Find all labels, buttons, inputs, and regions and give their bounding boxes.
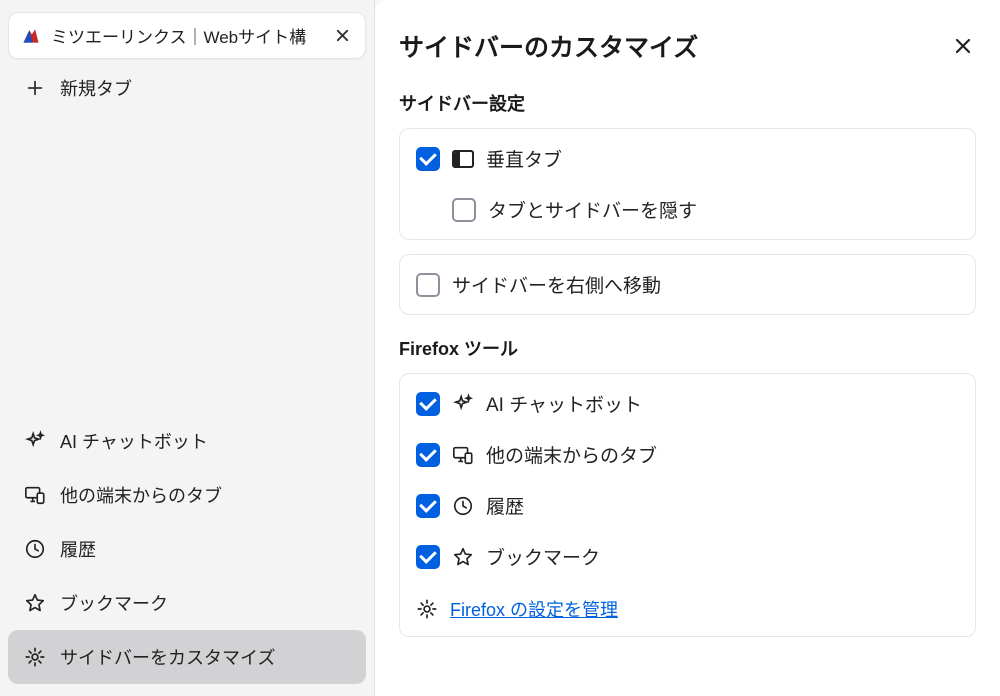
move-right-group: サイドバーを右側へ移動: [399, 254, 976, 315]
tool-ai-chatbot-row[interactable]: AI チャットボット: [400, 378, 975, 429]
synced-tabs-icon: [452, 444, 474, 466]
tab-title: ミツエーリンクス｜Webサイト構: [51, 23, 321, 48]
tool-history-checkbox[interactable]: [416, 494, 440, 518]
sidebar-item-label: ブックマーク: [60, 590, 168, 616]
sidebar-item-label: 履歴: [60, 536, 96, 562]
hide-tabs-checkbox[interactable]: [452, 198, 476, 222]
sidebar-item-label: 他の端末からのタブ: [60, 482, 222, 508]
close-panel-button[interactable]: [950, 33, 976, 59]
vertical-tabs-label: 垂直タブ: [486, 145, 562, 172]
site-favicon: [21, 26, 41, 46]
sidebar-item-ai-chatbot[interactable]: AI チャットボット: [8, 414, 366, 468]
new-tab-label: 新規タブ: [60, 75, 132, 101]
new-tab-button[interactable]: 新規タブ: [8, 63, 366, 113]
vertical-tabs-sidebar: ミツエーリンクス｜Webサイト構 新規タブ AI チャットボット 他の端: [0, 0, 375, 696]
bookmark-icon: [24, 592, 46, 614]
bookmark-icon: [452, 546, 474, 568]
section-title-sidebar-settings: サイドバー設定: [399, 90, 976, 116]
firefox-tools-group: AI チャットボット 他の端末からのタブ 履歴: [399, 373, 976, 637]
tool-bookmarks-checkbox[interactable]: [416, 545, 440, 569]
sidebar-item-bookmarks[interactable]: ブックマーク: [8, 576, 366, 630]
vertical-tabs-row[interactable]: 垂直タブ: [400, 133, 975, 184]
sidebar-item-history[interactable]: 履歴: [8, 522, 366, 576]
sidebar-item-synced-tabs[interactable]: 他の端末からのタブ: [8, 468, 366, 522]
tab-item[interactable]: ミツエーリンクス｜Webサイト構: [8, 12, 366, 59]
sparkles-icon: [24, 430, 46, 452]
sidebar-settings-group: 垂直タブ タブとサイドバーを隠す: [399, 128, 976, 240]
vertical-tabs-checkbox[interactable]: [416, 147, 440, 171]
tool-ai-chatbot-checkbox[interactable]: [416, 392, 440, 416]
sparkles-icon: [452, 393, 474, 415]
gear-icon: [416, 598, 438, 620]
tool-synced-tabs-row[interactable]: 他の端末からのタブ: [400, 429, 975, 480]
manage-settings-row: Firefox の設定を管理: [400, 582, 975, 632]
vertical-tabs-icon: [452, 150, 474, 168]
close-tab-icon[interactable]: [331, 25, 353, 47]
tool-synced-tabs-checkbox[interactable]: [416, 443, 440, 467]
move-right-label: サイドバーを右側へ移動: [452, 271, 661, 298]
gear-icon: [24, 646, 46, 668]
tool-label: 履歴: [486, 492, 524, 519]
customize-sidebar-panel: サイドバーのカスタマイズ サイドバー設定 垂直タブ タブとサイドバーを隠す サイ…: [375, 0, 1000, 696]
history-icon: [452, 495, 474, 517]
plus-icon: [24, 77, 46, 99]
hide-tabs-row[interactable]: タブとサイドバーを隠す: [400, 184, 975, 235]
tool-history-row[interactable]: 履歴: [400, 480, 975, 531]
tool-label: 他の端末からのタブ: [486, 441, 657, 468]
section-title-firefox-tools: Firefox ツール: [399, 335, 976, 361]
move-right-checkbox[interactable]: [416, 273, 440, 297]
move-right-row[interactable]: サイドバーを右側へ移動: [400, 259, 975, 310]
sidebar-item-customize[interactable]: サイドバーをカスタマイズ: [8, 630, 366, 684]
manage-settings-link[interactable]: Firefox の設定を管理: [450, 596, 618, 622]
synced-tabs-icon: [24, 484, 46, 506]
panel-title: サイドバーのカスタマイズ: [399, 28, 698, 64]
tool-label: AI チャットボット: [486, 390, 642, 417]
history-icon: [24, 538, 46, 560]
sidebar-item-label: サイドバーをカスタマイズ: [60, 644, 275, 670]
sidebar-item-label: AI チャットボット: [60, 428, 208, 454]
hide-tabs-label: タブとサイドバーを隠す: [488, 196, 697, 223]
tool-label: ブックマーク: [486, 543, 600, 570]
tool-bookmarks-row[interactable]: ブックマーク: [400, 531, 975, 582]
